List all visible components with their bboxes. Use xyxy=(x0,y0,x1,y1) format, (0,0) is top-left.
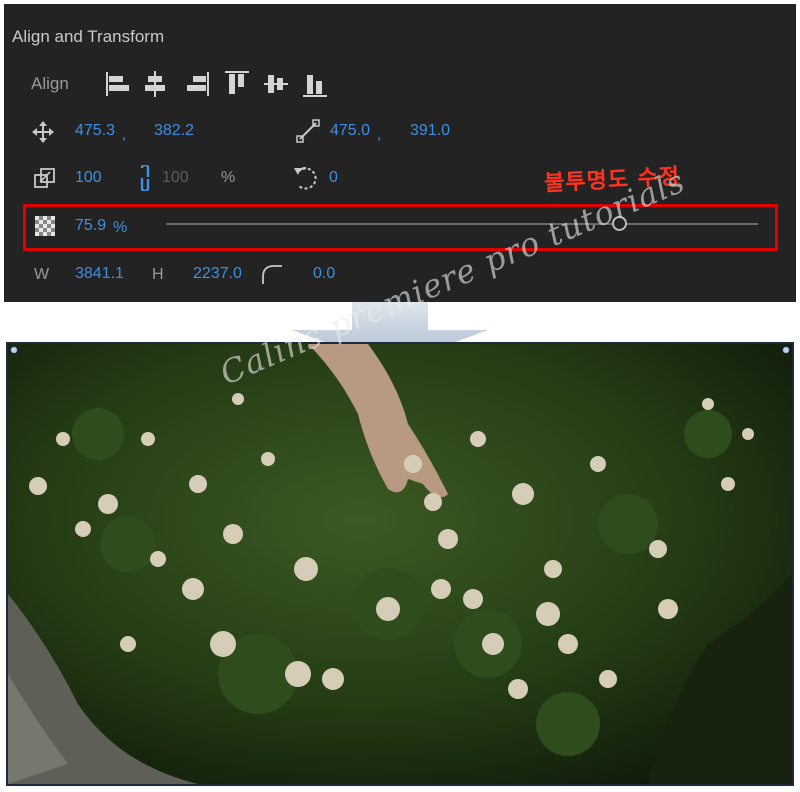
rotation-value[interactable]: 0 xyxy=(329,169,338,187)
anchor-y-value[interactable]: 391.0 xyxy=(410,122,450,140)
align-vertical-center-button[interactable] xyxy=(263,68,289,100)
position-x-value[interactable]: 475.3 xyxy=(75,122,115,140)
align-top-button[interactable] xyxy=(224,68,250,100)
align-transform-panel: Align and Transform Align 475.3 , 382.2 … xyxy=(4,4,796,302)
opacity-slider-track[interactable] xyxy=(166,223,758,225)
align-top-icon xyxy=(225,71,249,94)
link-icon[interactable] xyxy=(137,165,153,191)
panel-title: Align and Transform xyxy=(12,27,165,46)
corner-radius-icon xyxy=(262,265,282,284)
scale-height-value: 100 xyxy=(162,169,189,186)
anchor-x-value[interactable]: 475.0 xyxy=(330,122,370,140)
corner-radius-value[interactable]: 0.0 xyxy=(313,265,335,283)
align-left-button[interactable] xyxy=(104,68,130,100)
corner-handle[interactable] xyxy=(782,346,790,354)
opacity-checker-icon xyxy=(35,216,55,236)
position-y-value[interactable]: 382.2 xyxy=(154,122,194,140)
align-left-icon xyxy=(106,72,129,96)
move-icon xyxy=(32,121,54,143)
scale-icon xyxy=(34,168,55,188)
align-vertical-center-icon xyxy=(264,75,288,93)
align-label: Align xyxy=(31,74,69,93)
scale-unit: % xyxy=(221,169,236,186)
align-bottom-button[interactable] xyxy=(302,68,328,100)
opacity-unit: % xyxy=(113,219,128,236)
align-right-button[interactable] xyxy=(185,68,211,100)
width-value[interactable]: 3841.1 xyxy=(75,265,124,283)
scale-width-value[interactable]: 100 xyxy=(75,169,102,187)
anchor-point-icon xyxy=(296,119,320,143)
corner-handle[interactable] xyxy=(10,346,18,354)
width-label: W xyxy=(34,266,50,283)
position-separator: , xyxy=(122,126,127,143)
align-horizontal-center-button[interactable] xyxy=(142,68,168,100)
align-horizontal-center-icon xyxy=(145,71,165,97)
height-value[interactable]: 2237.0 xyxy=(193,265,242,283)
anchor-separator: , xyxy=(377,126,382,143)
opacity-highlight-box xyxy=(23,204,778,251)
opacity-value[interactable]: 75.9 xyxy=(75,217,106,235)
rotation-icon xyxy=(294,166,317,190)
program-monitor-preview xyxy=(6,342,794,786)
align-bottom-icon xyxy=(303,75,327,97)
clover-field-image xyxy=(8,344,792,784)
height-label: H xyxy=(152,266,164,283)
align-right-icon xyxy=(187,72,209,96)
